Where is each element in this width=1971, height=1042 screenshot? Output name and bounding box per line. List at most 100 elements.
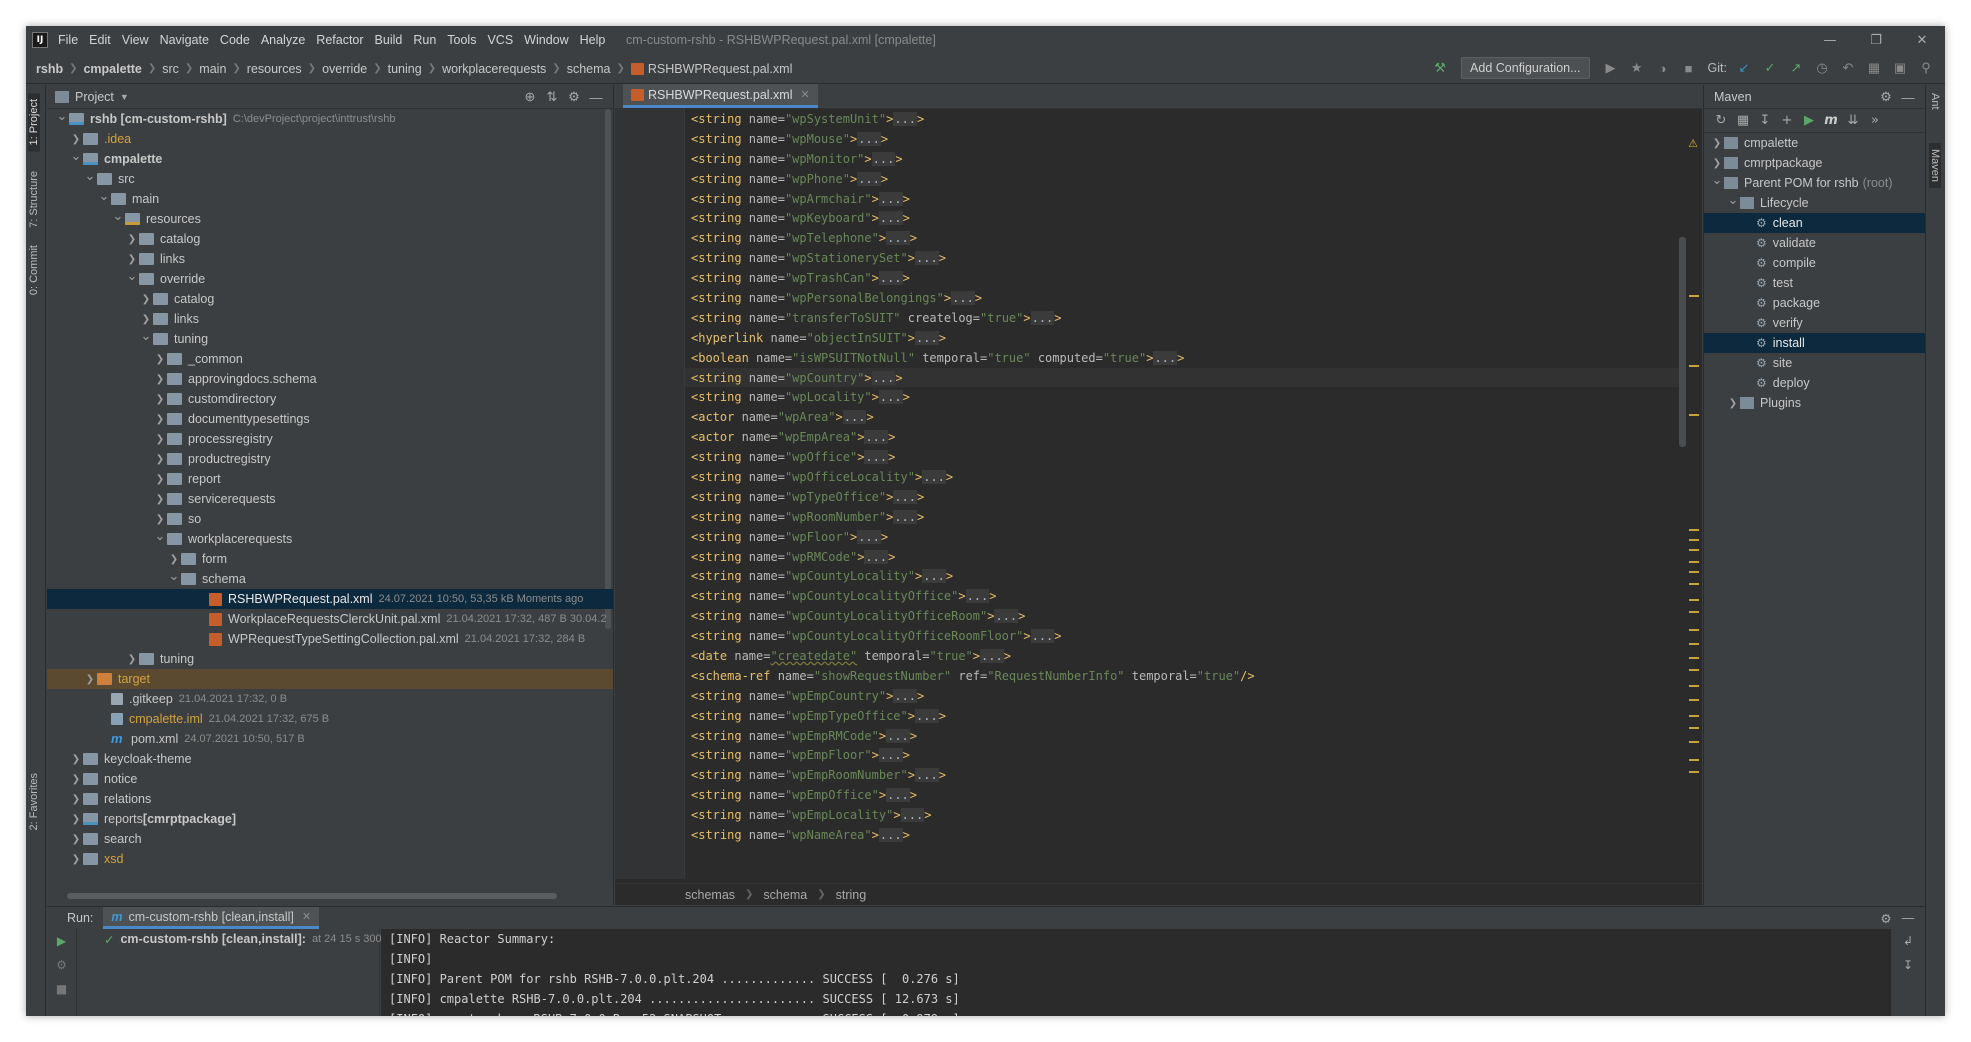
chevron-right-icon[interactable]: ❯ (83, 674, 97, 685)
chevron-right-icon[interactable]: ❯ (139, 314, 153, 325)
chevron-right-icon[interactable]: ❯ (153, 434, 167, 445)
chevron-right-icon[interactable]: ❯ (153, 474, 167, 485)
restore-icon[interactable]: ❐ (1853, 26, 1899, 54)
editor-breadcrumb-item[interactable]: schema (763, 888, 807, 902)
collapse-all-icon[interactable]: ⇅ (541, 88, 563, 106)
maven-tool-tab[interactable]: Maven (1929, 143, 1941, 189)
stripe-marker[interactable] (1689, 727, 1699, 729)
hide-icon[interactable]: — (1897, 907, 1919, 929)
chevron-right-icon[interactable]: ❯ (153, 494, 167, 505)
scroll-to-end-icon[interactable]: ↧ (1891, 953, 1925, 977)
code-line[interactable]: 88<string name="wpStationerySet">...> (685, 248, 1685, 268)
chevron-right-icon[interactable]: ❯ (153, 394, 167, 405)
tree-node[interactable]: ❯ relations (47, 789, 613, 809)
reload-icon[interactable]: ↻ (1710, 111, 1732, 131)
breadcrumb-item[interactable]: rshb (36, 62, 63, 76)
menu-item-window[interactable]: Window (524, 33, 568, 47)
toggle-offline-icon[interactable]: ⇊ (1842, 111, 1864, 131)
code-line[interactable]: 132<string name="wpRoomNumber">...> (685, 507, 1685, 527)
code-line[interactable]: 126<string name="wpOfficeLocality">...> (685, 467, 1685, 487)
stripe-marker[interactable] (1689, 629, 1699, 631)
tree-node[interactable]: .gitkeep 21.04.2021 17:32, 0 B (47, 689, 613, 709)
menu-item-view[interactable]: View (122, 33, 149, 47)
code-line[interactable]: 135<string name="wpFloor">...> (685, 527, 1685, 547)
code-line[interactable]: 150<string name="wpCountyLocalityOfficeR… (685, 626, 1685, 646)
tree-node[interactable]: ❯ search (47, 829, 613, 849)
stripe-marker[interactable] (1689, 571, 1699, 573)
stripe-marker[interactable] (1689, 699, 1699, 701)
menu-item-build[interactable]: Build (375, 33, 403, 47)
chevron-down-icon[interactable]: ⌄ (111, 208, 125, 224)
stripe-marker[interactable] (1689, 414, 1699, 416)
chevron-right-icon[interactable]: ❯ (1710, 138, 1724, 149)
search-icon[interactable]: ⚲ (1913, 57, 1939, 79)
breadcrumb-item[interactable]: schema (567, 62, 611, 76)
add-icon[interactable]: + (1776, 111, 1798, 131)
chevron-right-icon[interactable]: ❯ (1726, 398, 1740, 409)
hide-icon[interactable]: — (585, 88, 607, 106)
chevron-down-icon[interactable]: ⌄ (125, 268, 139, 284)
breadcrumb-item[interactable]: resources (247, 62, 302, 76)
maven-node[interactable]: ⌄ Parent POM for rshb (root) (1704, 172, 1925, 193)
chevron-right-icon[interactable]: ❯ (69, 834, 83, 845)
chevron-down-icon[interactable]: ⌄ (1710, 172, 1724, 188)
menu-item-edit[interactable]: Edit (89, 33, 111, 47)
commit-tool-tab[interactable]: 0: Commit (28, 245, 40, 295)
git-rollback-icon[interactable]: ↶ (1835, 57, 1861, 79)
stripe-marker[interactable] (1689, 561, 1699, 563)
tree-node[interactable]: ❯ keycloak-theme (47, 749, 613, 769)
menu-item-analyze[interactable]: Analyze (261, 33, 305, 47)
tree-node[interactable]: ⌄ resources (47, 208, 613, 229)
tree-node[interactable]: ❯ approvingdocs.schema (47, 369, 613, 389)
code-line[interactable]: 147<string name="wpCountyLocalityOfficeR… (685, 606, 1685, 626)
tree-node[interactable]: ⌄ cmpalette (47, 148, 613, 169)
breadcrumb-item[interactable]: override (322, 62, 367, 76)
stop-icon[interactable]: ■ (1676, 57, 1702, 79)
tree-node[interactable]: RSHBWPRequest.pal.xml 24.07.2021 10:50, 5… (47, 589, 613, 609)
code-line[interactable]: 174<string name="wpEmpOffice">...> (685, 785, 1685, 805)
add-configuration-button[interactable]: Add Configuration... (1461, 57, 1590, 79)
presentation-icon[interactable]: ▣ (1887, 57, 1913, 79)
breadcrumb-item[interactable]: RSHBWPRequest.pal.xml (630, 62, 792, 76)
maven-goal-compile[interactable]: ⚙ compile (1704, 253, 1925, 273)
chevron-right-icon[interactable]: ❯ (153, 454, 167, 465)
code-line[interactable]: 94<string name="wpPersonalBelongings">..… (685, 288, 1685, 308)
rerun-icon[interactable]: ▶ (47, 929, 76, 953)
tree-node[interactable]: ❯ form (47, 549, 613, 569)
menu-item-refactor[interactable]: Refactor (316, 33, 363, 47)
project-structure-icon[interactable]: ▦ (1861, 57, 1887, 79)
editor-scrollbar[interactable] (1679, 237, 1686, 447)
gear-icon[interactable]: ⚙ (1875, 88, 1897, 106)
code-line[interactable]: 141<string name="wpCountyLocality">...> (685, 566, 1685, 586)
stripe-marker[interactable] (1689, 599, 1699, 601)
code-line[interactable]: 91<string name="wpTrashCan">...> (685, 268, 1685, 288)
code-area[interactable]: 67<string name="wpSystemUnit">...>70<str… (685, 109, 1685, 879)
breadcrumb-item[interactable]: workplacerequests (442, 62, 546, 76)
code-line[interactable]: 82<string name="wpKeyboard">...> (685, 208, 1685, 228)
stripe-marker[interactable] (1689, 643, 1699, 645)
chevron-down-icon[interactable]: ⌄ (139, 328, 153, 344)
project-tool-tab[interactable]: 1: Project (28, 93, 40, 152)
chevron-right-icon[interactable]: ❯ (167, 554, 181, 565)
stripe-marker[interactable] (1689, 611, 1699, 613)
maven-node[interactable]: ❯ Plugins (1704, 393, 1925, 413)
menu-item-code[interactable]: Code (220, 33, 250, 47)
code-line[interactable]: 100<hyperlink name="objectInSUIT">...> (685, 328, 1685, 348)
chevron-right-icon[interactable]: ❯ (69, 134, 83, 145)
breadcrumb-item[interactable]: tuning (388, 62, 422, 76)
toggle-view-icon[interactable]: ⚙ (47, 953, 76, 977)
code-line[interactable]: 162<string name="wpEmpTypeOffice">...> (685, 706, 1685, 726)
maven-goal-site[interactable]: ⚙ site (1704, 353, 1925, 373)
chevron-down-icon[interactable]: ⌄ (83, 168, 97, 184)
maven-goal-install[interactable]: ⚙ install (1704, 333, 1925, 353)
chevron-down-icon[interactable]: ⌄ (153, 528, 167, 544)
minimize-icon[interactable]: — (1807, 26, 1853, 54)
tree-node[interactable]: ⌄ workplacerequests (47, 528, 613, 549)
tree-node[interactable]: ❯ documenttypesettings (47, 409, 613, 429)
tree-node[interactable]: ❯ so (47, 509, 613, 529)
stripe-marker[interactable] (1689, 715, 1699, 717)
tree-node[interactable]: ❯ links (47, 309, 613, 329)
maven-goal-validate[interactable]: ⚙ validate (1704, 233, 1925, 253)
chevron-right-icon[interactable]: ❯ (153, 414, 167, 425)
chevron-right-icon[interactable]: ❯ (69, 854, 83, 865)
